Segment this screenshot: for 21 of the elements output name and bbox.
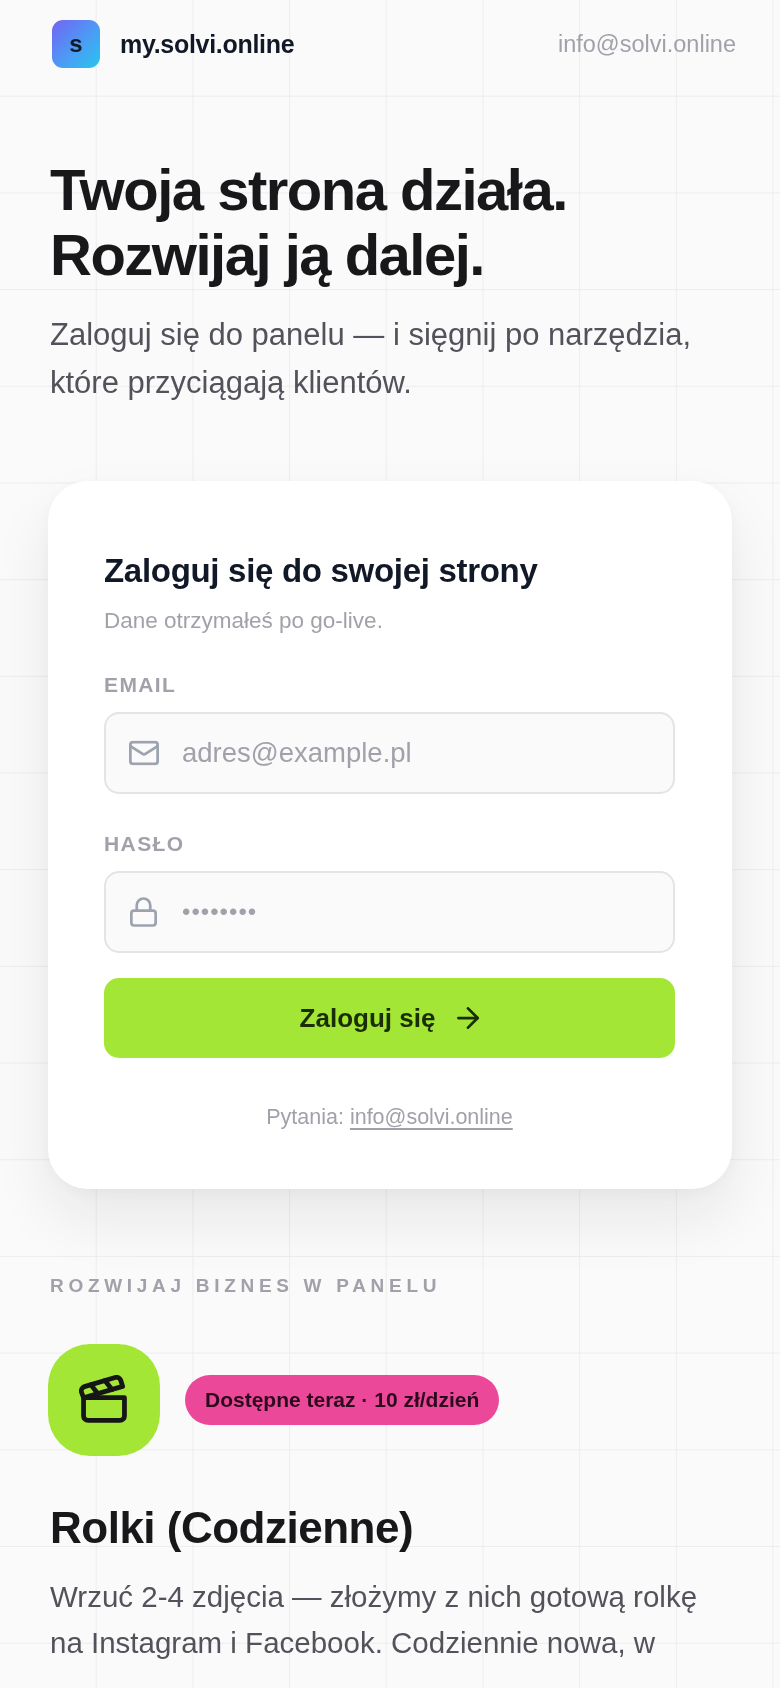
login-title: Zaloguj się do swojej strony: [104, 551, 539, 591]
email-input[interactable]: adres@example.pl: [104, 712, 675, 794]
hero-subtitle: Zaloguj się do panelu — i sięgnij po narzędzia, które przyciągają klientów.: [49, 316, 693, 402]
help-text: Pytania: info@solvi.online: [265, 1104, 514, 1131]
feature-description: Wrzuć 2-4 zdjęcia — złożymy z nich gotową rolkę na Instagram i Facebook. Codziennie nowa, w: [49, 1579, 699, 1661]
lock-icon: [130, 897, 157, 927]
clapperboard-icon: [48, 1344, 160, 1456]
section-heading: ROZWIJAJ BIZNES W PANELU: [49, 1274, 443, 1298]
contact-email-link[interactable]: info@solvi.online: [558, 30, 736, 58]
feature-title: Rolki (Codzienne): [49, 1502, 415, 1554]
login-button[interactable]: Zaloguj się: [104, 978, 675, 1058]
help-email-link[interactable]: info@solvi.online: [349, 1105, 513, 1129]
login-subtitle: Dane otrzymałeś po go-live.: [104, 607, 384, 635]
site-name: my.solvi.online: [120, 29, 295, 59]
availability-badge: Dostępne teraz · 10 zł/dzień: [185, 1375, 500, 1425]
logo-mark: s: [52, 20, 100, 68]
hero-title: Twoja strona działa. Rozwijaj ją dalej.: [49, 157, 568, 287]
field-label: HASŁO: [104, 831, 186, 857]
mail-icon: [129, 740, 159, 766]
password-input[interactable]: ••••••••: [104, 871, 675, 953]
field-label: EMAIL: [104, 672, 178, 698]
